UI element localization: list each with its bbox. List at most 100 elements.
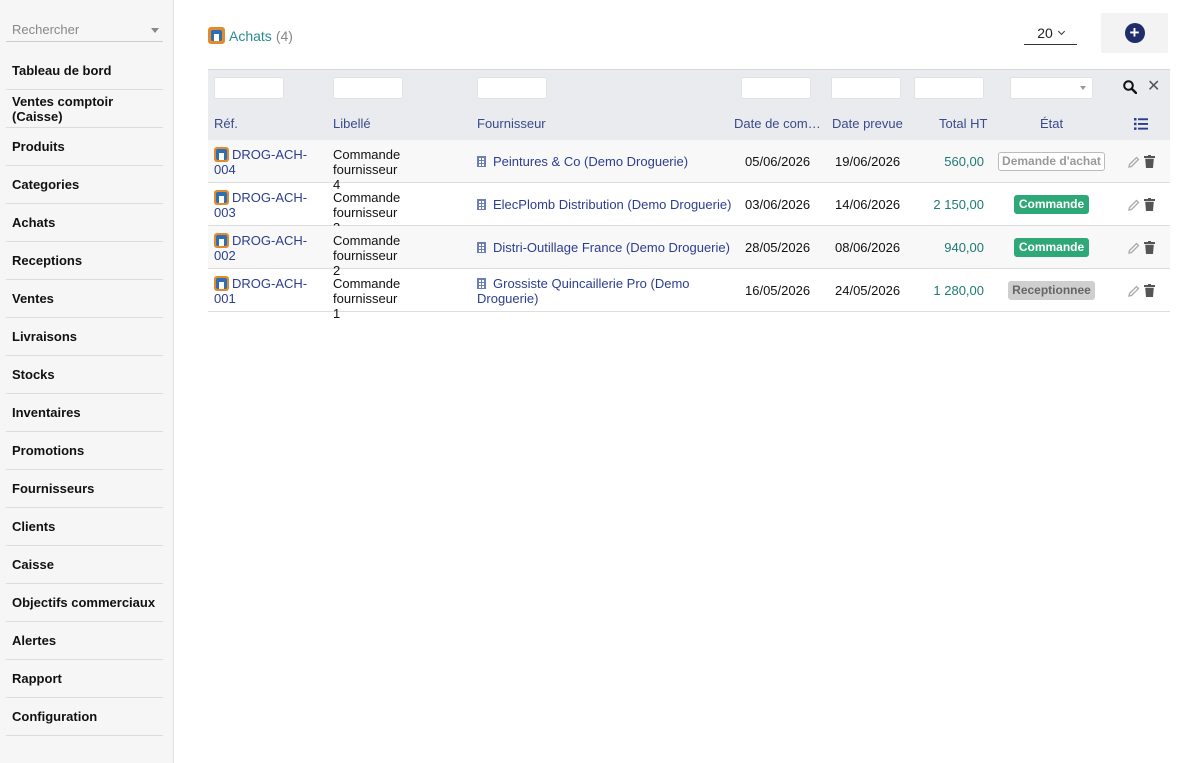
status-badge: Commande xyxy=(1014,238,1089,257)
sidebar-search-input[interactable]: Rechercher xyxy=(6,18,163,42)
filter-fournisseur-input[interactable] xyxy=(477,77,547,99)
filter-etat-select[interactable] xyxy=(1010,77,1093,99)
supplier-link[interactable]: Distri-Outillage France (Demo Droguerie) xyxy=(477,240,732,255)
status-badge: Commande xyxy=(1014,195,1089,214)
column-header-etat[interactable]: État xyxy=(1040,116,1063,131)
column-header-libelle[interactable]: Libellé xyxy=(333,116,371,131)
sidebar-item-inventaires[interactable]: Inventaires xyxy=(6,394,163,432)
date-prevue-cell: 14/06/2026 xyxy=(835,197,901,212)
plus-circle-icon: + xyxy=(1124,23,1145,43)
column-header-date-commande[interactable]: Date de com… xyxy=(734,116,821,131)
page-title-label[interactable]: Achats xyxy=(229,28,272,44)
ref-link[interactable]: DROG-ACH- 004 xyxy=(214,147,314,177)
date-commande-cell: 03/06/2026 xyxy=(745,197,811,212)
building-icon xyxy=(477,199,486,210)
status-badge: Demande d'achat xyxy=(998,152,1105,171)
date-prevue-cell: 08/06/2026 xyxy=(835,240,901,255)
date-commande-cell: 16/05/2026 xyxy=(745,283,811,298)
sidebar-item-configuration[interactable]: Configuration xyxy=(6,698,163,736)
libelle-cell: Commande fournisseur 1 xyxy=(333,276,468,321)
ref-link[interactable]: DROG-ACH- 002 xyxy=(214,233,314,263)
chevron-down-icon xyxy=(1057,27,1065,36)
ref-line1: DROG-ACH- xyxy=(232,276,308,291)
date-commande-cell: 05/06/2026 xyxy=(745,154,811,169)
ref-line2: 004 xyxy=(214,162,236,177)
sidebar-item-stocks[interactable]: Stocks xyxy=(6,356,163,394)
date-commande-cell: 28/05/2026 xyxy=(745,240,811,255)
supplier-link[interactable]: Peintures & Co (Demo Droguerie) xyxy=(477,154,732,169)
ref-link[interactable]: DROG-ACH- 003 xyxy=(214,190,314,220)
sidebar-item-caisse[interactable]: Caisse xyxy=(6,546,163,584)
pencil-icon[interactable] xyxy=(1128,156,1140,168)
chevron-down-icon[interactable] xyxy=(151,28,159,33)
total-ht-cell: 560,00 xyxy=(944,154,984,169)
purchase-app-icon xyxy=(214,147,229,162)
sidebar-item-clients[interactable]: Clients xyxy=(6,508,163,546)
sidebar-item-produits[interactable]: Produits xyxy=(6,128,163,166)
trash-icon[interactable] xyxy=(1144,241,1155,254)
close-icon[interactable]: ✕ xyxy=(1147,79,1160,95)
trash-icon[interactable] xyxy=(1144,198,1155,211)
filter-date-prevue-input[interactable] xyxy=(831,77,901,99)
sidebar-item-rapport[interactable]: Rapport xyxy=(6,660,163,698)
sidebar-item-ventes[interactable]: Ventes xyxy=(6,280,163,318)
add-purchase-button[interactable]: + xyxy=(1101,13,1168,53)
per-page-value: 20 xyxy=(1037,25,1053,41)
sidebar-item-alertes[interactable]: Alertes xyxy=(6,622,163,660)
sidebar-item-objectifs[interactable]: Objectifs commerciaux xyxy=(6,584,163,622)
column-header-ref[interactable]: Réf. xyxy=(214,116,238,131)
sidebar-item-promotions[interactable]: Promotions xyxy=(6,432,163,470)
filter-date-commande-input[interactable] xyxy=(741,77,811,99)
trash-icon[interactable] xyxy=(1144,284,1155,297)
libelle-line1: Commande fournisseur xyxy=(333,147,401,177)
column-header-fournisseur[interactable]: Fournisseur xyxy=(477,116,546,131)
sidebar-item-fournisseurs[interactable]: Fournisseurs xyxy=(6,470,163,508)
column-list-icon[interactable] xyxy=(1134,118,1148,130)
status-badge: Receptionnee xyxy=(1008,281,1095,300)
table-row[interactable]: DROG-ACH- 001 Commande fournisseur 1 Gross… xyxy=(208,269,1170,321)
page-title: Achats (4) xyxy=(208,27,293,44)
search-icon[interactable] xyxy=(1123,80,1137,94)
sidebar-item-receptions[interactable]: Receptions xyxy=(6,242,163,280)
supplier-name: Distri-Outillage France (Demo Droguerie) xyxy=(493,240,730,255)
pencil-icon[interactable] xyxy=(1128,242,1140,254)
ref-line1: DROG-ACH- xyxy=(232,147,308,162)
table-row[interactable]: DROG-ACH- 004 Commande fournisseur 4 Peint… xyxy=(208,140,1170,192)
pencil-icon[interactable] xyxy=(1128,199,1140,211)
trash-icon[interactable] xyxy=(1144,155,1155,168)
total-ht-cell: 940,00 xyxy=(944,240,984,255)
filter-libelle-input[interactable] xyxy=(333,77,403,99)
supplier-name: ElecPlomb Distribution (Demo Droguerie) xyxy=(493,197,732,212)
pencil-icon[interactable] xyxy=(1128,285,1140,297)
table-row[interactable]: DROG-ACH- 002 Commande fournisseur 2 Distr… xyxy=(208,226,1170,278)
libelle-line1: Commande fournisseur xyxy=(333,276,401,306)
sidebar-item-categories[interactable]: Categories xyxy=(6,166,163,204)
filter-total-input[interactable] xyxy=(914,77,984,99)
ref-line2: 003 xyxy=(214,205,236,220)
purchase-app-icon xyxy=(214,190,229,205)
libelle-line2: 1 xyxy=(333,306,341,321)
column-header-date-prevue[interactable]: Date prevue xyxy=(832,116,903,131)
purchase-app-icon xyxy=(208,27,225,44)
sidebar-item-livraisons[interactable]: Livraisons xyxy=(6,318,163,356)
table-header: ✕ Réf. Libellé Fournisseur Date de com… … xyxy=(208,69,1170,140)
filter-ref-input[interactable] xyxy=(214,77,284,99)
date-prevue-cell: 24/05/2026 xyxy=(835,283,901,298)
ref-line1: DROG-ACH- xyxy=(232,233,308,248)
table-row[interactable]: DROG-ACH-003 Commande fournisseur3 ElecP… xyxy=(208,183,1170,235)
sidebar-item-ventes-comptoir[interactable]: Ventes comptoir (Caisse) xyxy=(6,90,163,128)
sidebar-item-achats[interactable]: Achats xyxy=(6,204,163,242)
per-page-select[interactable]: 20 xyxy=(1024,22,1077,45)
libelle-line1: Commande fournisseur xyxy=(333,233,401,263)
building-icon xyxy=(477,242,486,253)
total-ht-cell: 1 280,00 xyxy=(933,283,984,298)
column-header-total-ht[interactable]: Total HT xyxy=(939,116,987,131)
supplier-link[interactable]: Grossiste Quincaillerie Pro (Demo Drogue… xyxy=(477,276,732,306)
supplier-name: Peintures & Co (Demo Droguerie) xyxy=(493,154,689,169)
sidebar-item-tableau-de-bord[interactable]: Tableau de bord xyxy=(6,52,163,90)
supplier-link[interactable]: ElecPlomb Distribution (Demo Droguerie) xyxy=(477,197,732,212)
ref-link[interactable]: DROG-ACH- 001 xyxy=(214,276,314,306)
purchase-app-icon xyxy=(214,276,229,291)
libelle-line1: Commande fournisseur xyxy=(333,190,401,220)
total-ht-cell: 2 150,00 xyxy=(933,197,984,212)
